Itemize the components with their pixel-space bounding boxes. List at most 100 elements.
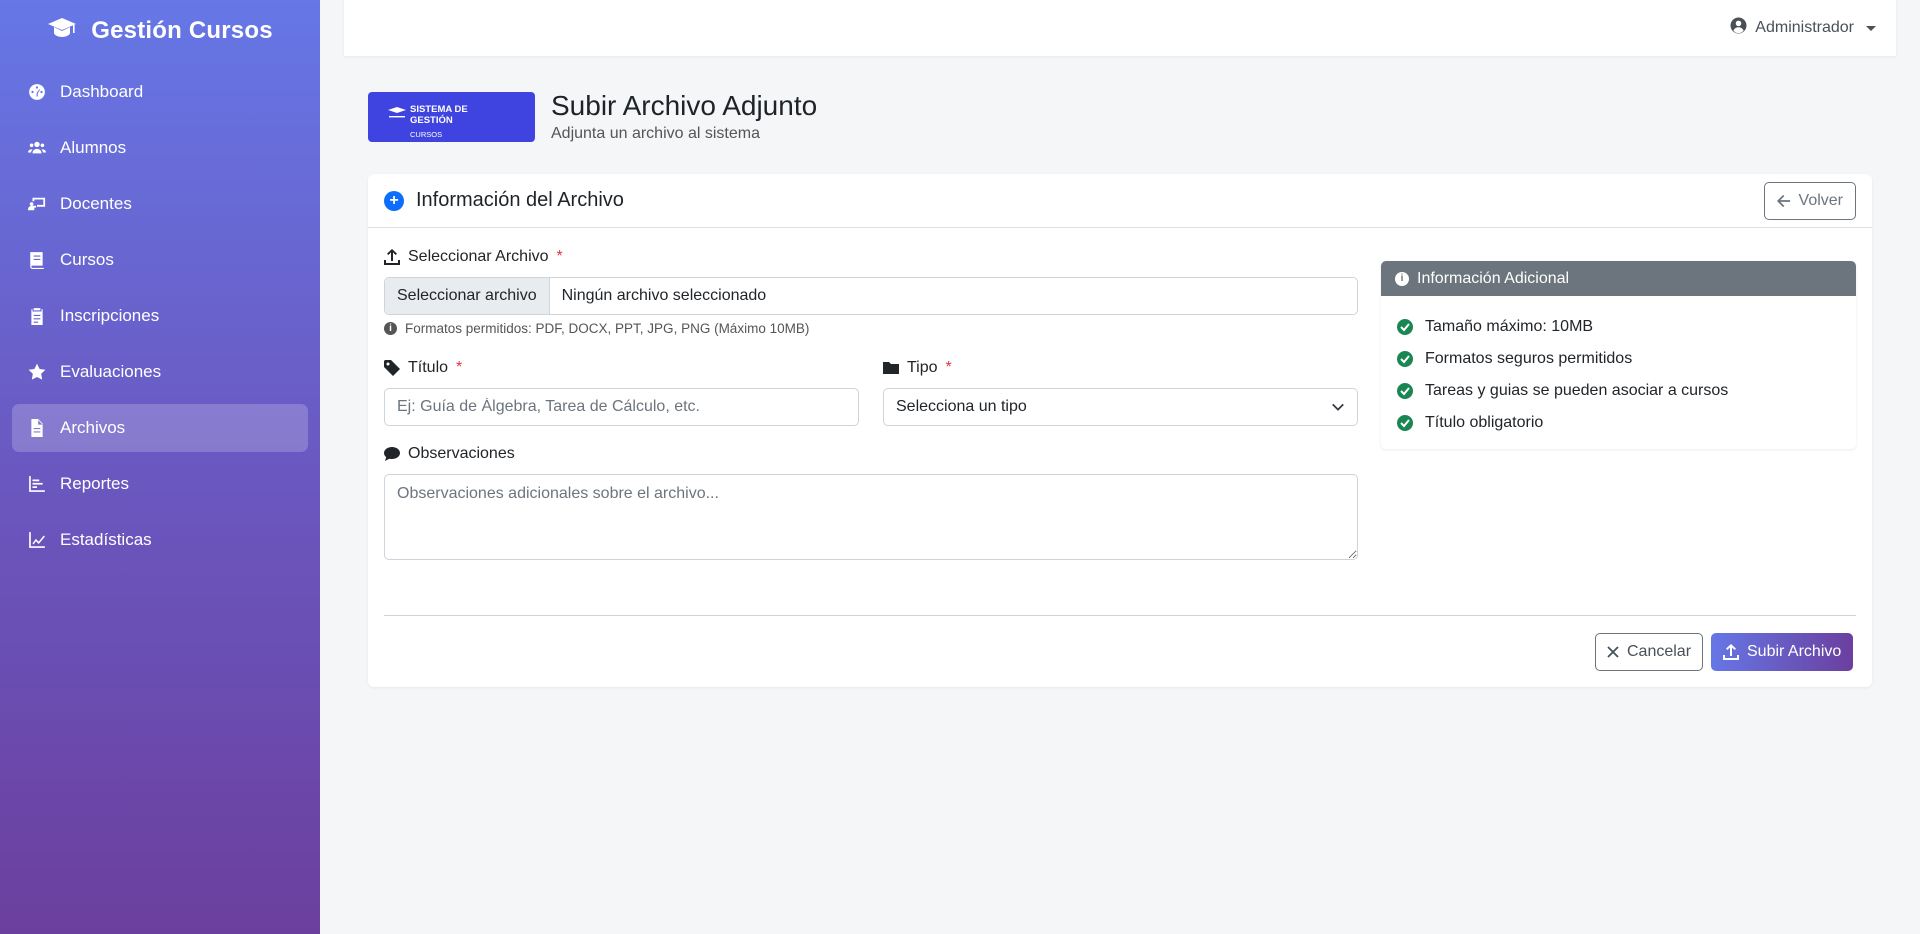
plus-circle-icon: +: [384, 190, 404, 211]
notes-textarea[interactable]: [384, 474, 1358, 560]
sidebar-item-label: Evaluaciones: [60, 362, 162, 381]
folder-icon: [883, 362, 899, 374]
required-mark: *: [456, 359, 463, 376]
file-name-display: Ningún archivo seleccionado: [561, 287, 767, 304]
title-input[interactable]: [384, 388, 859, 426]
info-circle-icon: i: [1395, 271, 1409, 286]
divider: [384, 615, 1856, 616]
info-list: Tamaño máximo: 10MB Formatos seguros per…: [1381, 296, 1856, 439]
check-circle-icon: [1397, 383, 1413, 399]
file-icon: [28, 419, 46, 437]
logo-text-line2: CURSOS: [410, 129, 443, 139]
logo-text-line1: SISTEMA DE GESTIÓN: [410, 103, 468, 126]
card-title: Información del Archivo: [416, 189, 624, 211]
check-circle-icon: [1397, 351, 1413, 367]
arrow-left-icon: [1776, 194, 1790, 208]
sidebar-item-label: Docentes: [60, 194, 132, 213]
info-item-text: Formatos seguros permitidos: [1425, 350, 1633, 367]
page-title: Subir Archivo Adjunto: [551, 90, 818, 121]
user-menu[interactable]: Administrador: [1730, 17, 1876, 39]
brand[interactable]: Gestión Cursos: [0, 0, 320, 62]
submit-button-label: Subir Archivo: [1747, 643, 1842, 660]
sidebar-item-label: Estadísticas: [60, 530, 152, 549]
comment-icon: [384, 447, 400, 461]
clipboard-icon: [28, 307, 46, 325]
cancel-button-label: Cancelar: [1627, 643, 1692, 660]
sidebar-item-dashboard[interactable]: Dashboard: [12, 68, 308, 116]
info-circle-icon: i: [384, 322, 397, 335]
list-item: Tareas y guias se pueden asociar a curso…: [1397, 375, 1840, 407]
type-select-value: Selecciona un tipo: [896, 398, 1027, 415]
topbar: Administrador: [344, 0, 1896, 56]
upload-icon: [384, 249, 400, 265]
graduation-cap-icon: [47, 16, 77, 47]
sidebar-item-label: Cursos: [60, 250, 114, 269]
dashboard-icon: [28, 83, 46, 101]
users-icon: [28, 139, 46, 157]
required-mark: *: [945, 359, 952, 376]
title-label-text: Título: [408, 359, 449, 376]
sidebar-item-alumnos[interactable]: Alumnos: [12, 124, 308, 172]
type-label: Tipo *: [883, 359, 952, 377]
page-subtitle: Adjunta un archivo al sistema: [551, 125, 760, 142]
upload-icon: [1723, 644, 1739, 660]
line-chart-icon: [28, 531, 46, 549]
brand-name: Gestión Cursos: [91, 17, 273, 44]
file-input[interactable]: Seleccionar archivo Ningún archivo selec…: [384, 277, 1358, 315]
notes-label: Observaciones: [384, 445, 515, 463]
info-box-title: Información Adicional: [1417, 269, 1570, 287]
close-icon: [1607, 646, 1619, 658]
caret-down-icon: [1866, 25, 1876, 31]
star-icon: [28, 363, 46, 381]
file-label-text: Seleccionar Archivo: [408, 248, 549, 265]
sidebar-item-reportes[interactable]: Reportes: [12, 460, 308, 508]
sidebar-item-cursos[interactable]: Cursos: [12, 236, 308, 284]
info-item-text: Título obligatorio: [1425, 414, 1544, 431]
sidebar-nav: Dashboard Alumnos Docentes Cursos Inscri…: [0, 68, 320, 564]
info-item-text: Tamaño máximo: 10MB: [1425, 318, 1594, 335]
sidebar-item-label: Reportes: [60, 474, 129, 493]
file-help-text: i Formatos permitidos: PDF, DOCX, PPT, J…: [384, 321, 809, 336]
chevron-down-icon: [1332, 403, 1344, 411]
sidebar-item-docentes[interactable]: Docentes: [12, 180, 308, 228]
choose-file-button[interactable]: Seleccionar archivo: [385, 278, 550, 314]
user-name: Administrador: [1755, 19, 1854, 36]
check-circle-icon: [1397, 415, 1413, 431]
back-button-label: Volver: [1798, 192, 1843, 209]
user-circle-icon: [1730, 17, 1747, 39]
list-item: Tamaño máximo: 10MB: [1397, 311, 1840, 343]
sidebar-item-archivos[interactable]: Archivos: [12, 404, 308, 452]
sidebar-item-evaluaciones[interactable]: Evaluaciones: [12, 348, 308, 396]
sidebar-item-inscripciones[interactable]: Inscripciones: [12, 292, 308, 340]
list-item: Título obligatorio: [1397, 407, 1840, 439]
check-circle-icon: [1397, 319, 1413, 335]
sidebar-item-estadisticas[interactable]: Estadísticas: [12, 516, 308, 564]
page-header: SISTEMA DE GESTIÓN CURSOS Subir Archivo …: [368, 90, 817, 143]
required-mark: *: [556, 248, 563, 265]
tag-icon: [384, 360, 400, 376]
back-button[interactable]: Volver: [1763, 182, 1856, 220]
submit-button[interactable]: Subir Archivo: [1711, 633, 1854, 671]
file-info-card: + Información del Archivo Volver Selecci…: [368, 174, 1872, 687]
sidebar-item-label: Alumnos: [60, 138, 127, 157]
sidebar: Gestión Cursos Dashboard Alumnos Docente…: [0, 0, 320, 934]
notes-label-text: Observaciones: [408, 445, 515, 462]
type-label-text: Tipo: [907, 359, 938, 376]
bar-chart-icon: [28, 475, 46, 493]
file-help-label: Formatos permitidos: PDF, DOCX, PPT, JPG…: [405, 321, 810, 336]
title-label: Título *: [384, 359, 462, 377]
teacher-icon: [28, 195, 46, 213]
cancel-button[interactable]: Cancelar: [1595, 633, 1704, 671]
sidebar-item-label: Dashboard: [60, 82, 144, 101]
card-header: + Información del Archivo Volver: [368, 174, 1872, 228]
type-select[interactable]: Selecciona un tipo: [883, 388, 1358, 426]
file-label: Seleccionar Archivo *: [384, 248, 563, 266]
sidebar-item-label: Inscripciones: [60, 306, 160, 325]
sidebar-item-label: Archivos: [60, 418, 126, 437]
system-logo: SISTEMA DE GESTIÓN CURSOS: [368, 91, 535, 142]
book-icon: [28, 251, 46, 269]
info-item-text: Tareas y guias se pueden asociar a curso…: [1425, 382, 1729, 399]
graduation-cap-icon: [388, 106, 406, 117]
info-box-header: i Información Adicional: [1381, 261, 1856, 296]
additional-info-box: i Información Adicional Tamaño máximo: 1…: [1381, 261, 1856, 449]
